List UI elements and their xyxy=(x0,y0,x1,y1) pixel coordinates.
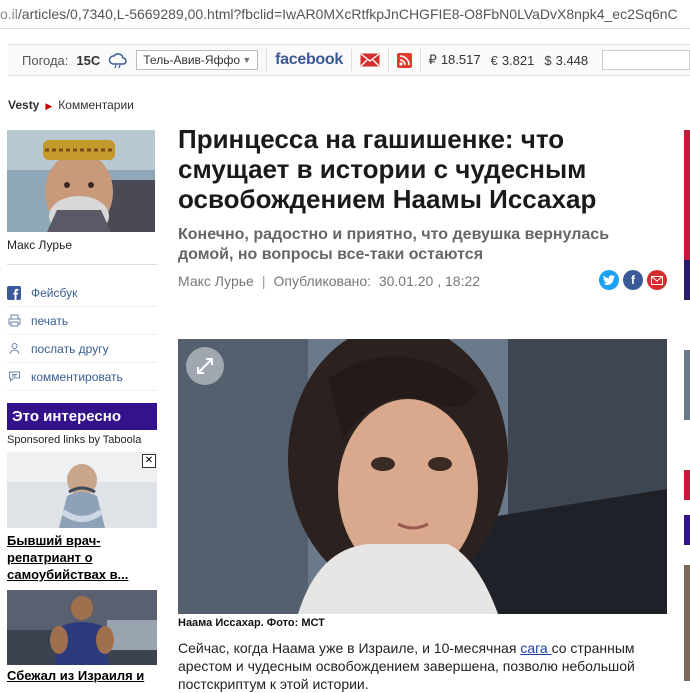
interest-header: Это интересно xyxy=(7,403,157,430)
breadcrumb-site[interactable]: Vesty xyxy=(8,98,39,112)
rate-eur-value: 3.821 xyxy=(501,52,535,68)
comment-icon xyxy=(7,370,21,384)
body-text-1: Сейчас, когда Наама уже в Израиле, и 10-… xyxy=(178,640,521,656)
expand-icon[interactable] xyxy=(186,347,224,385)
taboola-label[interactable]: Sponsored links by Taboola xyxy=(7,434,141,446)
share-send-friend[interactable]: послать другу xyxy=(7,335,157,363)
rate-usd-value: 3.448 xyxy=(555,52,589,68)
published-label: Опубликовано: xyxy=(273,273,372,289)
ad-image-doctor[interactable] xyxy=(7,452,157,528)
rate-rub-value: 18.517 xyxy=(440,52,481,67)
printer-icon xyxy=(7,314,21,328)
usd-icon: $ xyxy=(544,52,552,68)
breadcrumb-arrow-icon: ▶ xyxy=(45,101,53,111)
person-icon xyxy=(7,342,21,356)
eur-icon: € xyxy=(490,52,498,68)
weather-cloud-icon xyxy=(108,52,128,68)
search-input[interactable] xyxy=(602,50,690,70)
left-sidebar: Макс Лурье Фейсбук печать послать другу … xyxy=(7,130,157,391)
rub-icon: ₽ xyxy=(428,52,437,67)
author-photo[interactable] xyxy=(7,130,155,232)
close-icon[interactable]: ✕ xyxy=(142,454,156,468)
share-comment-label: комментировать xyxy=(31,369,123,384)
facebook-share-icon[interactable]: f xyxy=(623,270,643,290)
share-list: Фейсбук печать послать другу комментиров… xyxy=(7,279,157,391)
rate-usd: $3.448 xyxy=(544,53,588,68)
share-send-friend-label: послать другу xyxy=(31,341,109,356)
weather-label: Погода: xyxy=(22,52,69,68)
article-subhead: Конечно, радостно и приятно, что девушка… xyxy=(178,226,610,263)
rate-rub: ₽18.517 xyxy=(429,52,481,68)
url-path: /articles/0,7340,L-5669289,00.html?fbcli… xyxy=(17,6,678,22)
photo-caption: Наама Иссахар. Фото: МСТ xyxy=(178,617,325,629)
saga-link[interactable]: сага xyxy=(520,640,551,656)
published-date: 30.01.20 , 18:22 xyxy=(378,273,481,289)
ad-image-man[interactable] xyxy=(7,590,157,665)
share-facebook[interactable]: Фейсбук xyxy=(7,279,157,307)
author-name[interactable]: Макс Лурье xyxy=(7,238,157,252)
city-value: Тель-Авив-Яффо xyxy=(143,53,240,67)
facebook-link[interactable]: facebook xyxy=(275,51,343,69)
email-share-icon[interactable] xyxy=(647,270,667,290)
chevron-down-icon: ▼ xyxy=(242,55,252,65)
share-facebook-label: Фейсбук xyxy=(31,285,78,300)
facebook-icon xyxy=(7,285,21,300)
ad-headline-1[interactable]: Бывший врач-репатриант о самоубийствах в… xyxy=(7,532,157,583)
article-body: Сейчас, когда Наама уже в Израиле, и 10-… xyxy=(178,639,648,693)
share-print[interactable]: печать xyxy=(7,307,157,335)
right-column-edge xyxy=(684,130,690,681)
share-comment[interactable]: комментировать xyxy=(7,363,157,391)
social-buttons: f xyxy=(599,270,667,290)
url-host: o.il xyxy=(0,6,18,22)
temperature: 15C xyxy=(76,52,101,68)
rss-icon[interactable] xyxy=(396,52,412,68)
top-info-bar: Погода: 15C Тель-Авив-Яффо ▼ facebook ₽18… xyxy=(8,44,690,76)
city-select[interactable]: Тель-Авив-Яффо ▼ xyxy=(136,50,259,70)
breadcrumb: Vesty ▶ Комментарии xyxy=(8,98,134,112)
article-author[interactable]: Макс Лурье xyxy=(178,273,254,289)
address-bar[interactable]: o.il/articles/0,7340,L-5669289,00.html?f… xyxy=(0,0,690,29)
breadcrumb-section[interactable]: Комментарии xyxy=(58,98,134,112)
article-meta: Макс Лурье | Опубликовано: 30.01.20 , 18:2… xyxy=(178,273,480,289)
twitter-icon[interactable] xyxy=(599,270,619,290)
mail-icon[interactable] xyxy=(360,53,380,67)
rate-eur: €3.821 xyxy=(491,53,535,68)
article-photo[interactable] xyxy=(178,339,667,614)
divider xyxy=(7,264,157,265)
meta-divider: | xyxy=(261,273,266,289)
share-print-label: печать xyxy=(31,313,69,328)
article-headline: Принцесса на гашишенке: что смущает в ис… xyxy=(178,124,597,214)
